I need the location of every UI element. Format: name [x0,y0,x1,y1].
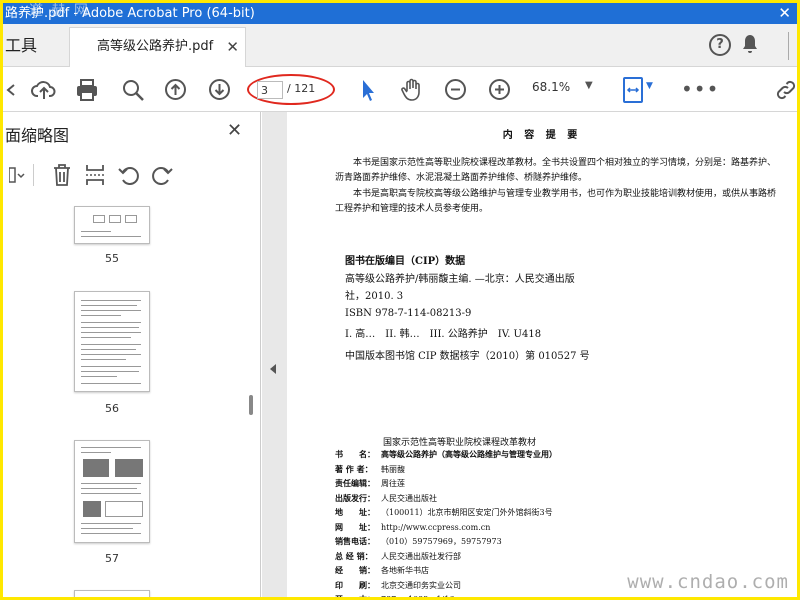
tab-document[interactable]: 高等级公路养护.pdf ✕ [69,27,246,68]
info-key: 书 名： [335,449,375,459]
next-page-icon[interactable] [209,79,230,100]
cip-line: ISBN 978-7-114-08213-9 [345,308,472,319]
cloud-upload-icon[interactable] [31,77,57,103]
info-key: 著 作 者： [335,463,373,474]
thumbnail-scrollbar-thumb[interactable] [249,395,253,415]
search-zoom-icon[interactable] [120,77,146,103]
page-thumbnail-58[interactable] [74,590,150,597]
hand-tool-icon[interactable] [399,77,425,103]
page-navigator: / 121 [247,74,335,105]
tab-close-icon[interactable]: ✕ [226,28,239,66]
info-value: （100011）北京市朝阳区安定门外外馆斜街3号 [381,508,553,517]
cip-title: 图书在版编目（CIP）数据 [345,256,466,267]
pdf-page: 内 容 提 要 本书是国家示范性高等职业院校课程改革教材。全书共设置四个相对独立… [287,112,797,597]
page-thumbnail-55[interactable] [74,206,150,244]
page-thumbnails-panel: 面缩略图 ✕ 55 56 57 [3,112,261,597]
panel-close-icon[interactable]: ✕ [227,120,242,141]
publication-info-row: 经 销： 各地新华书店 [335,563,429,578]
info-key: 开 本： [335,592,381,597]
corner-watermark: 道 赫 网 [29,3,90,19]
extract-pages-icon[interactable] [83,162,107,188]
info-value: 787 × 1092 1/16 [381,595,454,597]
cip-line: 高等级公路养护/韩丽馥主编. —北京：人民交通出版 [345,274,575,285]
thumbnail-toolbar [3,158,260,194]
cip-line: 中国版本图书馆 CIP 数据核字（2010）第 010527 号 [345,351,590,362]
info-value: 人民交通出版社发行部 [381,551,461,561]
info-value: 各地新华书店 [381,566,429,575]
help-icon[interactable]: ? [709,34,731,56]
info-key: 销售电话： [335,536,375,546]
rotate-left-icon[interactable] [117,162,141,188]
summary-paragraph-2: 本书是高职高专院校高等级公路维护与管理专业教学用书，也可作为职业技能培训教材使用… [335,189,777,214]
title-bar: 路养护.pdf - Adobe Acrobat Pro (64-bit) 道 赫… [3,3,797,24]
page-thumbnail-label: 56 [105,402,119,415]
select-cursor-icon[interactable] [355,77,381,103]
info-key: 总 经 销： [335,550,373,561]
site-watermark: www.cndao.com [627,571,789,593]
publication-info-row: 书 名： 高等级公路养护（高等级公路维护与管理专业用） [335,447,557,462]
info-key: 地 址： [335,507,375,517]
info-key: 印 刷： [335,579,375,590]
summary-heading: 内 容 提 要 [502,130,582,141]
info-value: 高等级公路养护（高等级公路维护与管理专业用） [381,449,557,459]
publication-info-row: 责任编辑： 周往莲 [335,476,405,491]
back-arrow-icon[interactable] [3,77,25,103]
acrobat-window: 路养护.pdf - Adobe Acrobat Pro (64-bit) 道 赫… [3,3,797,597]
more-tools-icon[interactable]: ••• [681,77,719,101]
tab-document-label: 高等级公路养护.pdf [97,39,214,54]
zoom-level-select[interactable]: 68.1% [532,80,570,94]
info-key: 责任编辑： [335,478,375,488]
cip-line: 社，2010. 3 [345,291,404,302]
publication-info-row: 地 址： （100011）北京市朝阳区安定门外外馆斜街3号 [335,505,553,520]
info-value: 北京交通印务实业公司 [381,580,461,590]
bell-icon [743,35,757,53]
info-value: 人民交通出版社 [381,493,437,503]
info-value: 韩丽馥 [381,464,405,474]
delete-page-icon[interactable] [50,162,74,188]
window-close-button[interactable]: ✕ [778,3,791,24]
page-thumbnail-56[interactable] [74,291,150,392]
summary-paragraph-1: 本书是国家示范性高等职业院校课程改革教材。全书共设置四个相对独立的学习情境，分别… [335,158,777,183]
publication-info-row: 总 经 销： 人民交通出版社发行部 [335,549,461,564]
document-scrollbar[interactable] [791,112,797,597]
info-key: 经 销： [335,565,375,575]
cip-line: I. 高… II. 韩… III. 公路养护 IV. U418 [345,329,542,340]
info-key: 出版发行： [335,492,375,503]
print-icon[interactable] [74,77,100,103]
zoom-dropdown-icon[interactable]: ▼ [585,80,593,91]
fit-dropdown-icon[interactable]: ▼ [646,81,653,91]
document-viewport: 内 容 提 要 本书是国家示范性高等职业院校课程改革教材。全书共设置四个相对独立… [262,112,797,597]
page-thumbnail-label: 55 [105,252,119,265]
notifications-bell-icon[interactable] [738,34,762,58]
main-toolbar: / 121 68.1% ▼ ▼ ••• [3,67,797,112]
previous-page-icon[interactable] [165,79,186,100]
info-key: 网 址： [335,521,375,532]
fit-page-icon[interactable] [623,77,643,103]
panel-title: 面缩略图 [5,126,70,145]
publication-info-row: 开 本：787 × 1092 1/16 [335,592,454,597]
tab-bar: 工具 高等级公路养护.pdf ✕ ? [3,24,797,68]
publication-info-row: 印 刷： 北京交通印务实业公司 [335,578,461,593]
zoom-out-icon[interactable] [445,79,466,100]
header-divider [788,32,789,60]
page-total: / 121 [287,82,316,95]
zoom-in-icon[interactable] [489,79,510,100]
options-dropdown-icon[interactable] [5,162,29,188]
info-value: 周往莲 [381,479,405,488]
publication-info-row: 出版发行： 人民交通出版社 [335,491,437,506]
publication-info-row: 销售电话： （010）59757969，59757973 [335,534,502,549]
info-value: （010）59757969，59757973 [381,537,502,546]
publication-info-row: 网 址： http://www.ccpress.com.cn [335,520,490,535]
toolbar-divider [33,164,34,186]
tab-tools[interactable]: 工具 [3,24,37,67]
info-value: http://www.ccpress.com.cn [381,522,491,532]
publication-info-row: 著 作 者： 韩丽馥 [335,462,405,477]
share-link-icon[interactable] [773,77,797,108]
rotate-right-icon[interactable] [150,162,174,188]
page-thumbnail-label: 57 [105,552,119,565]
collapse-panel-icon[interactable] [269,363,277,378]
page-number-input[interactable] [257,81,283,99]
page-thumbnail-57[interactable] [74,440,150,543]
